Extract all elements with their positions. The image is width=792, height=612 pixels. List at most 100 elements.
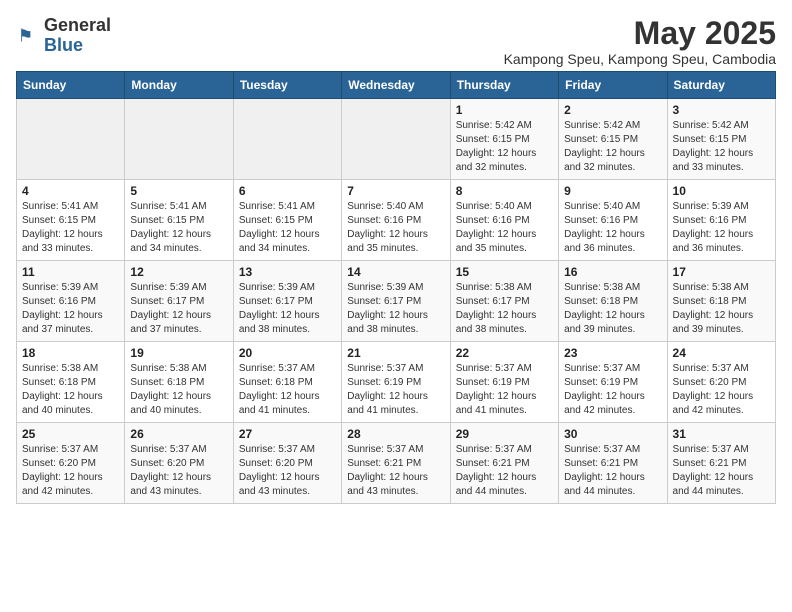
svg-text:⚑: ⚑ [18, 26, 34, 46]
day-info: Sunrise: 5:40 AMSunset: 6:16 PMDaylight:… [564, 200, 661, 256]
day-info: Sunrise: 5:40 AMSunset: 6:16 PMDaylight:… [347, 200, 444, 256]
calendar-cell: 28Sunrise: 5:37 AMSunset: 6:21 PMDayligh… [342, 423, 450, 504]
day-number: 15 [456, 265, 553, 279]
calendar-week-1: 1 Sunrise: 5:42 AMSunset: 6:15 PMDaylight… [17, 99, 776, 180]
header-monday: Monday [125, 72, 233, 99]
calendar-cell: 3 Sunrise: 5:42 AMSunset: 6:15 PMDaylight… [667, 99, 775, 180]
day-info: Sunrise: 5:37 AMSunset: 6:20 PMDaylight:… [130, 443, 227, 499]
day-number: 10 [673, 184, 770, 198]
day-info: Sunrise: 5:38 AMSunset: 6:18 PMDaylight:… [564, 281, 661, 337]
calendar-cell: 23 Sunrise: 5:37 AMSunset: 6:19 PMDayligh… [559, 342, 667, 423]
calendar-cell: 11 Sunrise: 5:39 AMSunset: 6:16 PMDayligh… [17, 261, 125, 342]
day-number: 31 [673, 427, 770, 441]
calendar-cell: 27 Sunrise: 5:37 AMSunset: 6:20 PMDayligh… [233, 423, 341, 504]
calendar-cell [125, 99, 233, 180]
day-info: Sunrise: 5:37 AMSunset: 6:21 PMDaylight:… [456, 443, 553, 499]
day-info: Sunrise: 5:42 AMSunset: 6:15 PMDaylight:… [456, 119, 553, 175]
calendar-cell: 17Sunrise: 5:38 AMSunset: 6:18 PMDayligh… [667, 261, 775, 342]
calendar-cell: 1 Sunrise: 5:42 AMSunset: 6:15 PMDaylight… [450, 99, 558, 180]
header-saturday: Saturday [667, 72, 775, 99]
calendar-week-3: 11 Sunrise: 5:39 AMSunset: 6:16 PMDayligh… [17, 261, 776, 342]
day-info: Sunrise: 5:41 AMSunset: 6:15 PMDaylight:… [239, 200, 336, 256]
logo: ⚑ General Blue [16, 16, 111, 56]
logo-icon: ⚑ [16, 24, 40, 48]
calendar-cell: 14Sunrise: 5:39 AMSunset: 6:17 PMDayligh… [342, 261, 450, 342]
day-info: Sunrise: 5:38 AMSunset: 6:17 PMDaylight:… [456, 281, 553, 337]
day-number: 19 [130, 346, 227, 360]
day-info: Sunrise: 5:37 AMSunset: 6:21 PMDaylight:… [673, 443, 770, 499]
calendar-cell [342, 99, 450, 180]
day-info: Sunrise: 5:38 AMSunset: 6:18 PMDaylight:… [22, 362, 119, 418]
day-number: 7 [347, 184, 444, 198]
calendar-cell: 16 Sunrise: 5:38 AMSunset: 6:18 PMDayligh… [559, 261, 667, 342]
calendar-cell: 13Sunrise: 5:39 AMSunset: 6:17 PMDayligh… [233, 261, 341, 342]
day-number: 28 [347, 427, 444, 441]
calendar-cell: 2 Sunrise: 5:42 AMSunset: 6:15 PMDaylight… [559, 99, 667, 180]
calendar-cell: 5Sunrise: 5:41 AMSunset: 6:15 PMDaylight… [125, 180, 233, 261]
day-number: 16 [564, 265, 661, 279]
calendar-cell: 12 Sunrise: 5:39 AMSunset: 6:17 PMDayligh… [125, 261, 233, 342]
day-number: 21 [347, 346, 444, 360]
day-info: Sunrise: 5:39 AMSunset: 6:16 PMDaylight:… [673, 200, 770, 256]
day-info: Sunrise: 5:37 AMSunset: 6:19 PMDaylight:… [347, 362, 444, 418]
day-info: Sunrise: 5:42 AMSunset: 6:15 PMDaylight:… [564, 119, 661, 175]
day-number: 6 [239, 184, 336, 198]
calendar-cell: 24 Sunrise: 5:37 AMSunset: 6:20 PMDayligh… [667, 342, 775, 423]
calendar-cell: 8 Sunrise: 5:40 AMSunset: 6:16 PMDaylight… [450, 180, 558, 261]
calendar-cell: 20Sunrise: 5:37 AMSunset: 6:18 PMDayligh… [233, 342, 341, 423]
calendar-title: May 2025 [504, 16, 776, 51]
day-number: 24 [673, 346, 770, 360]
day-number: 13 [239, 265, 336, 279]
day-number: 2 [564, 103, 661, 117]
day-number: 12 [130, 265, 227, 279]
page-header: ⚑ General Blue May 2025 Kampong Speu, Ka… [16, 16, 776, 67]
day-info: Sunrise: 5:39 AMSunset: 6:17 PMDaylight:… [130, 281, 227, 337]
day-info: Sunrise: 5:37 AMSunset: 6:19 PMDaylight:… [564, 362, 661, 418]
calendar-cell [233, 99, 341, 180]
calendar-cell: 15 Sunrise: 5:38 AMSunset: 6:17 PMDayligh… [450, 261, 558, 342]
calendar-cell: 6 Sunrise: 5:41 AMSunset: 6:15 PMDaylight… [233, 180, 341, 261]
logo-general: General [44, 15, 111, 35]
day-info: Sunrise: 5:37 AMSunset: 6:21 PMDaylight:… [564, 443, 661, 499]
day-info: Sunrise: 5:37 AMSunset: 6:20 PMDaylight:… [673, 362, 770, 418]
day-number: 4 [22, 184, 119, 198]
day-info: Sunrise: 5:41 AMSunset: 6:15 PMDaylight:… [130, 200, 227, 256]
calendar-subtitle: Kampong Speu, Kampong Speu, Cambodia [504, 51, 776, 67]
calendar-cell [17, 99, 125, 180]
calendar-week-5: 25Sunrise: 5:37 AMSunset: 6:20 PMDayligh… [17, 423, 776, 504]
calendar-cell: 31 Sunrise: 5:37 AMSunset: 6:21 PMDayligh… [667, 423, 775, 504]
calendar-week-2: 4 Sunrise: 5:41 AMSunset: 6:15 PMDaylight… [17, 180, 776, 261]
day-info: Sunrise: 5:37 AMSunset: 6:18 PMDaylight:… [239, 362, 336, 418]
day-number: 30 [564, 427, 661, 441]
day-number: 3 [673, 103, 770, 117]
day-number: 1 [456, 103, 553, 117]
title-block: May 2025 Kampong Speu, Kampong Speu, Cam… [504, 16, 776, 67]
day-number: 8 [456, 184, 553, 198]
day-info: Sunrise: 5:39 AMSunset: 6:17 PMDaylight:… [347, 281, 444, 337]
calendar-cell: 4 Sunrise: 5:41 AMSunset: 6:15 PMDaylight… [17, 180, 125, 261]
header-sunday: Sunday [17, 72, 125, 99]
day-info: Sunrise: 5:37 AMSunset: 6:20 PMDaylight:… [239, 443, 336, 499]
calendar-cell: 9Sunrise: 5:40 AMSunset: 6:16 PMDaylight… [559, 180, 667, 261]
day-number: 26 [130, 427, 227, 441]
day-number: 18 [22, 346, 119, 360]
day-info: Sunrise: 5:42 AMSunset: 6:15 PMDaylight:… [673, 119, 770, 175]
day-info: Sunrise: 5:37 AMSunset: 6:20 PMDaylight:… [22, 443, 119, 499]
day-number: 11 [22, 265, 119, 279]
logo-blue: Blue [44, 35, 83, 55]
header-tuesday: Tuesday [233, 72, 341, 99]
day-info: Sunrise: 5:41 AMSunset: 6:15 PMDaylight:… [22, 200, 119, 256]
calendar-cell: 21 Sunrise: 5:37 AMSunset: 6:19 PMDayligh… [342, 342, 450, 423]
day-number: 17 [673, 265, 770, 279]
day-info: Sunrise: 5:40 AMSunset: 6:16 PMDaylight:… [456, 200, 553, 256]
calendar-week-4: 18 Sunrise: 5:38 AMSunset: 6:18 PMDayligh… [17, 342, 776, 423]
header-thursday: Thursday [450, 72, 558, 99]
day-number: 27 [239, 427, 336, 441]
day-info: Sunrise: 5:37 AMSunset: 6:19 PMDaylight:… [456, 362, 553, 418]
header-row: Sunday Monday Tuesday Wednesday Thursday… [17, 72, 776, 99]
day-info: Sunrise: 5:39 AMSunset: 6:16 PMDaylight:… [22, 281, 119, 337]
day-number: 23 [564, 346, 661, 360]
calendar-cell: 10 Sunrise: 5:39 AMSunset: 6:16 PMDayligh… [667, 180, 775, 261]
calendar-cell: 30 Sunrise: 5:37 AMSunset: 6:21 PMDayligh… [559, 423, 667, 504]
day-info: Sunrise: 5:38 AMSunset: 6:18 PMDaylight:… [130, 362, 227, 418]
